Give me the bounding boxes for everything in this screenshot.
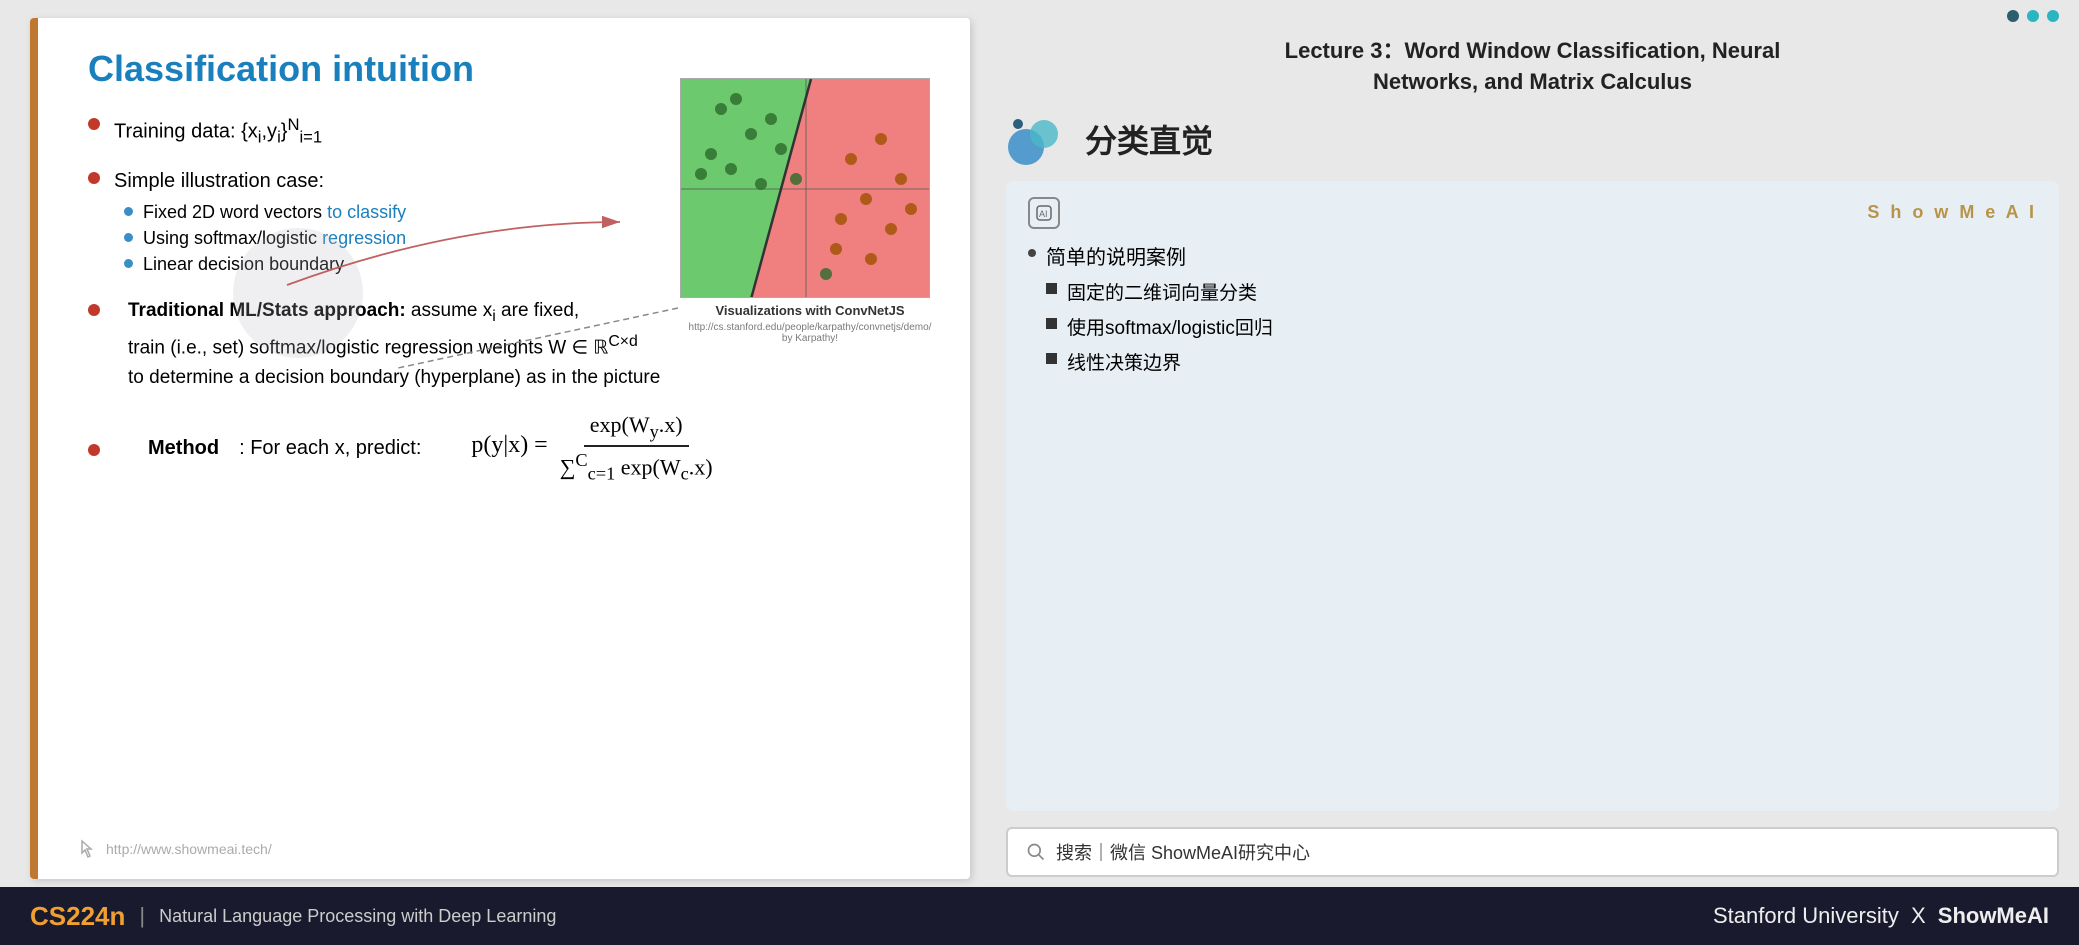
sub-dot-2 (124, 233, 133, 242)
viz-chart (680, 78, 930, 298)
ai-box-header: AI S h o w M e A I (1028, 197, 2037, 229)
cn-main-bullet: 简单的说明案例 固定的二维词向量分类 使用softmax/logistic回归 (1028, 241, 2037, 383)
lecture-title-line1: Lecture 3：Word Window Classification, Ne… (1006, 36, 2059, 67)
cn-square-1 (1046, 283, 1057, 294)
sub-text-1: Fixed 2D word vectors to classify (143, 202, 406, 223)
nav-dot-1[interactable] (2007, 10, 2019, 22)
sub-item-1: Fixed 2D word vectors to classify (124, 202, 406, 223)
cn-sub-item-3: 线性决策边界 (1046, 348, 1273, 375)
method-text: : For each x, predict: (239, 437, 421, 460)
nav-dot-2[interactable] (2027, 10, 2039, 22)
watermark: http://www.showmeai.tech/ (78, 839, 272, 859)
viz-author: by Karpathy! (782, 333, 838, 344)
search-box[interactable]: 搜索｜微信 ShowMeAI研究中心 (1006, 827, 2059, 877)
nav-dots (1006, 0, 2059, 22)
sub-dot-1 (124, 207, 133, 216)
sub-text-3: Linear decision boundary (143, 254, 344, 275)
footer-left: CS224n | Natural Language Processing wit… (30, 901, 556, 932)
formula-numerator: exp(Wy.x) (584, 412, 689, 447)
bullet-dot-2 (88, 172, 100, 184)
sub-dot-3 (124, 259, 133, 268)
viz-container: Visualizations with ConvNetJS http://cs.… (680, 78, 940, 344)
bullet-dot-ml (88, 304, 100, 316)
main-content: Classification intuition (0, 0, 2079, 887)
search-icon (1026, 842, 1046, 862)
lecture-header: Lecture 3：Word Window Classification, Ne… (1006, 24, 2059, 106)
cn-sub-text-2: 使用softmax/logistic回归 (1067, 313, 1273, 340)
footer-x: X (1911, 903, 1926, 928)
ai-icon: AI (1035, 204, 1053, 222)
chinese-title-row: 分类直觉 (1006, 112, 2059, 167)
svg-text:AI: AI (1039, 209, 1048, 219)
cn-sub-text-1: 固定的二维词向量分类 (1067, 278, 1257, 305)
sub-item-3: Linear decision boundary (124, 254, 406, 275)
viz-url: http://cs.stanford.edu/people/karpathy/c… (689, 322, 932, 333)
wave-icon (1006, 112, 1071, 167)
sub-bullet-list: Fixed 2D word vectors to classify Using … (114, 202, 406, 280)
right-panel: Lecture 3：Word Window Classification, Ne… (986, 0, 2079, 887)
formula-section: Method : For each x, predict: p(y|x) = e… (88, 412, 930, 485)
cn-square-3 (1046, 353, 1057, 364)
footer-separator: | (139, 903, 145, 929)
cn-main-text: 简单的说明案例 固定的二维词向量分类 使用softmax/logistic回归 (1046, 241, 1273, 383)
cn-square-2 (1046, 318, 1057, 329)
nav-dot-3[interactable] (2047, 10, 2059, 22)
formula-block: p(y|x) = exp(Wy.x) ∑Cc=1 exp(Wc.x) (471, 412, 718, 485)
chart-svg (681, 79, 930, 298)
watermark-url: http://www.showmeai.tech/ (106, 841, 272, 857)
sub-text-2: Using softmax/logistic regression (143, 228, 406, 249)
bullet-dot (88, 118, 100, 130)
footer-brand: ShowMeAI (1938, 903, 2049, 928)
footer-course: CS224n (30, 901, 125, 932)
training-text: Training data: {xi,yi}Ni=1 (114, 112, 322, 150)
bullet-dot-method (88, 444, 100, 456)
cn-sub-list: 固定的二维词向量分类 使用softmax/logistic回归 线性决策边界 (1046, 278, 1273, 375)
footer-description: Natural Language Processing with Deep Le… (159, 906, 556, 927)
chinese-title: 分类直觉 (1085, 116, 1213, 162)
cn-sub-item-2: 使用softmax/logistic回归 (1046, 313, 1273, 340)
viz-link: http://cs.stanford.edu/people/karpathy/c… (680, 322, 940, 344)
footer-university: Stanford University (1713, 903, 1899, 928)
formula-denominator: ∑Cc=1 exp(Wc.x) (554, 447, 719, 485)
sub-item-2: Using softmax/logistic regression (124, 228, 406, 249)
slide-panel: Classification intuition (30, 18, 970, 879)
search-text: 搜索｜微信 ShowMeAI研究中心 (1056, 839, 1310, 865)
method-label: Method (134, 437, 219, 460)
illustration-text: Simple illustration case: (114, 166, 324, 196)
cn-sub-item-1: 固定的二维词向量分类 (1046, 278, 1273, 305)
ai-box: AI S h o w M e A I 简单的说明案例 固定的二维词向量分类 (1006, 181, 2059, 811)
cn-main-label: 简单的说明案例 (1046, 247, 1186, 269)
cn-bullet-list: 简单的说明案例 固定的二维词向量分类 使用softmax/logistic回归 (1028, 241, 2037, 383)
cn-dot (1028, 249, 1036, 257)
ml-text: Traditional ML/Stats approach: assume xi… (114, 296, 660, 394)
footer: CS224n | Natural Language Processing wit… (0, 887, 2079, 945)
viz-caption: Visualizations with ConvNetJS (680, 302, 940, 320)
lecture-title-line2: Networks, and Matrix Calculus (1006, 67, 2059, 98)
formula-fraction: exp(Wy.x) ∑Cc=1 exp(Wc.x) (554, 412, 719, 485)
cursor-icon (78, 839, 98, 859)
cn-sub-text-3: 线性决策边界 (1067, 348, 1181, 375)
showmeai-brand: S h o w M e A I (1867, 202, 2037, 223)
ai-icon-badge: AI (1028, 197, 1060, 229)
footer-right: Stanford University X ShowMeAI (1713, 903, 2049, 929)
